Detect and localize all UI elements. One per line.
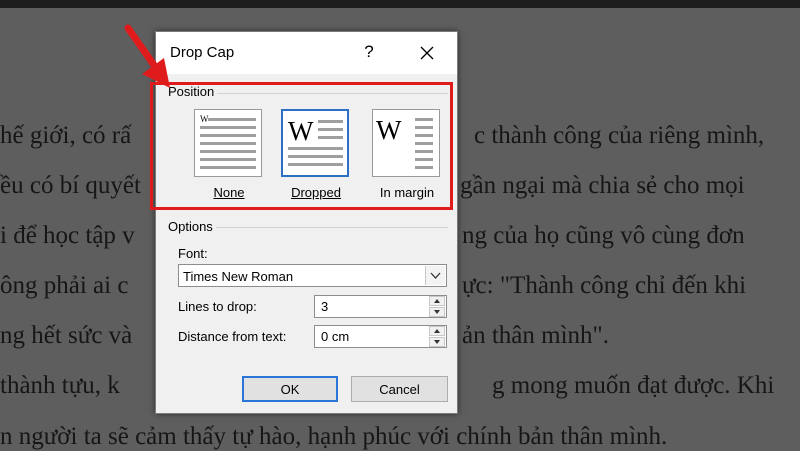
in-margin-preview-icon: W xyxy=(372,109,440,177)
spin-up-icon xyxy=(434,329,440,333)
spin-down-icon xyxy=(434,340,440,344)
position-dropped-option[interactable]: W Dropped xyxy=(276,109,356,207)
distance-from-text-spinner xyxy=(314,325,447,348)
lines-to-drop-input[interactable] xyxy=(321,296,421,317)
distance-from-text-label: Distance from text: xyxy=(178,329,287,344)
distance-from-text-input[interactable] xyxy=(321,326,421,347)
spin-up-icon xyxy=(434,299,440,303)
cancel-button[interactable]: Cancel xyxy=(351,376,448,402)
position-none-option[interactable]: W None xyxy=(189,109,269,207)
dialog-titlebar: Drop Cap ? xyxy=(156,32,457,74)
options-group-label: Options xyxy=(168,219,216,234)
ok-button[interactable]: OK xyxy=(242,376,338,402)
spin-down-icon xyxy=(434,310,440,314)
position-in-margin-option[interactable]: W In margin xyxy=(367,109,447,207)
font-value: Times New Roman xyxy=(183,269,294,284)
font-dropdown-button[interactable] xyxy=(425,266,445,285)
distance-up-button[interactable] xyxy=(429,326,445,336)
in-margin-label: In margin xyxy=(379,185,435,200)
close-icon xyxy=(420,46,434,60)
none-label: None xyxy=(213,185,245,200)
none-preview-icon: W xyxy=(194,109,262,177)
top-edge-bar xyxy=(0,0,800,8)
lines-to-drop-spinner xyxy=(314,295,447,318)
lines-to-drop-label: Lines to drop: xyxy=(178,299,257,314)
red-arrow-annotation xyxy=(124,24,170,88)
close-button[interactable] xyxy=(416,43,438,63)
help-button[interactable]: ? xyxy=(359,42,379,62)
lines-down-button[interactable] xyxy=(429,307,445,317)
dropped-label: Dropped xyxy=(291,185,341,200)
distance-down-button[interactable] xyxy=(429,337,445,347)
drop-cap-dialog: Drop Cap ? Position W None W Dropped W I… xyxy=(155,31,458,414)
font-label: Font: xyxy=(178,246,208,261)
font-combobox[interactable]: Times New Roman xyxy=(178,264,447,287)
dropdown-arrow-icon xyxy=(430,272,441,279)
lines-up-button[interactable] xyxy=(429,296,445,306)
dropped-preview-icon: W xyxy=(281,109,349,177)
